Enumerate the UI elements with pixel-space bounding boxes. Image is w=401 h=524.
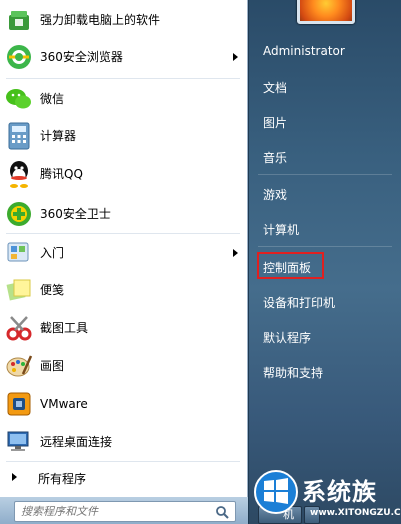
program-item-sticky-notes[interactable]: 便笺 [0,271,248,308]
link-computer[interactable]: 计算机 [263,221,299,238]
highlight-box [257,252,324,279]
watermark: 系统族 www.XITONGZU.COM [250,462,401,524]
remote-desktop-icon [4,427,34,457]
program-item-vmware[interactable]: VMware [0,385,248,422]
paint-icon [4,351,34,381]
divider [258,174,392,175]
program-label: 微信 [40,92,65,106]
program-label: 入门 [40,246,65,260]
program-label: 360安全卫士 [40,207,111,221]
link-help-support[interactable]: 帮助和支持 [263,364,323,381]
divider [6,78,240,79]
divider [6,461,240,462]
program-item-wechat[interactable]: 微信 [0,80,248,117]
vmware-icon [4,389,34,419]
program-item-360-browser[interactable]: 360安全浏览器 [0,38,248,75]
program-item-calculator[interactable]: 计算器 [0,117,248,154]
watermark-text: 系统族 [302,478,377,506]
program-item-paint[interactable]: 画图 [0,347,248,384]
program-label: 腾讯QQ [40,167,83,181]
windows-logo-icon [254,470,298,514]
program-label: 计算器 [40,129,77,143]
watermark-url: www.XITONGZU.COM [310,508,401,518]
divider [258,246,392,247]
getting-started-icon [4,238,34,268]
program-item-remote-desktop[interactable]: 远程桌面连接 [0,423,248,460]
link-default-programs[interactable]: 默认程序 [263,329,311,346]
submenu-arrow-icon[interactable] [233,248,238,257]
search-input[interactable] [15,502,205,521]
all-programs-label: 所有程序 [38,472,87,486]
program-item-360-guard[interactable]: 360安全卫士 [0,195,248,232]
arrow-right-icon [12,473,17,481]
qq-icon [4,159,34,189]
link-games[interactable]: 游戏 [263,186,287,203]
sticky-notes-icon [4,275,34,305]
link-devices-printers[interactable]: 设备和打印机 [263,294,335,311]
program-item-getting-started[interactable]: 入门 [0,234,248,271]
link-user[interactable]: Administrator [263,44,345,58]
link-music[interactable]: 音乐 [263,149,287,166]
link-documents[interactable]: 文档 [263,79,287,96]
program-label: 强力卸载电脑上的软件 [40,13,161,27]
start-menu-programs-panel: 强力卸载电脑上的软件 360安全浏览器 微信 计算器 腾讯QQ 360安全卫士 … [0,0,248,497]
program-item-snipping-tool[interactable]: 截图工具 [0,309,248,346]
program-label: VMware [40,396,88,411]
program-label: 远程桌面连接 [40,435,113,449]
wechat-icon [4,84,34,114]
360-browser-icon [4,42,34,72]
360-guard-icon [4,199,34,229]
submenu-arrow-icon[interactable] [233,52,238,61]
program-item-uninstall[interactable]: 强力卸载电脑上的软件 [0,1,248,38]
program-label: 截图工具 [40,321,89,335]
search-bar-area [0,497,248,524]
program-label: 360安全浏览器 [40,50,123,64]
program-label: 画图 [40,359,65,373]
all-programs-button[interactable]: 所有程序 [0,466,248,490]
search-box[interactable] [14,501,236,522]
uninstall-icon [4,5,34,35]
user-avatar[interactable] [297,0,355,24]
program-item-qq[interactable]: 腾讯QQ [0,155,248,192]
link-pictures[interactable]: 图片 [263,114,287,131]
program-label: 便笺 [40,283,65,297]
search-icon[interactable] [215,505,229,519]
snipping-tool-icon [4,313,34,343]
calculator-icon [4,121,34,151]
